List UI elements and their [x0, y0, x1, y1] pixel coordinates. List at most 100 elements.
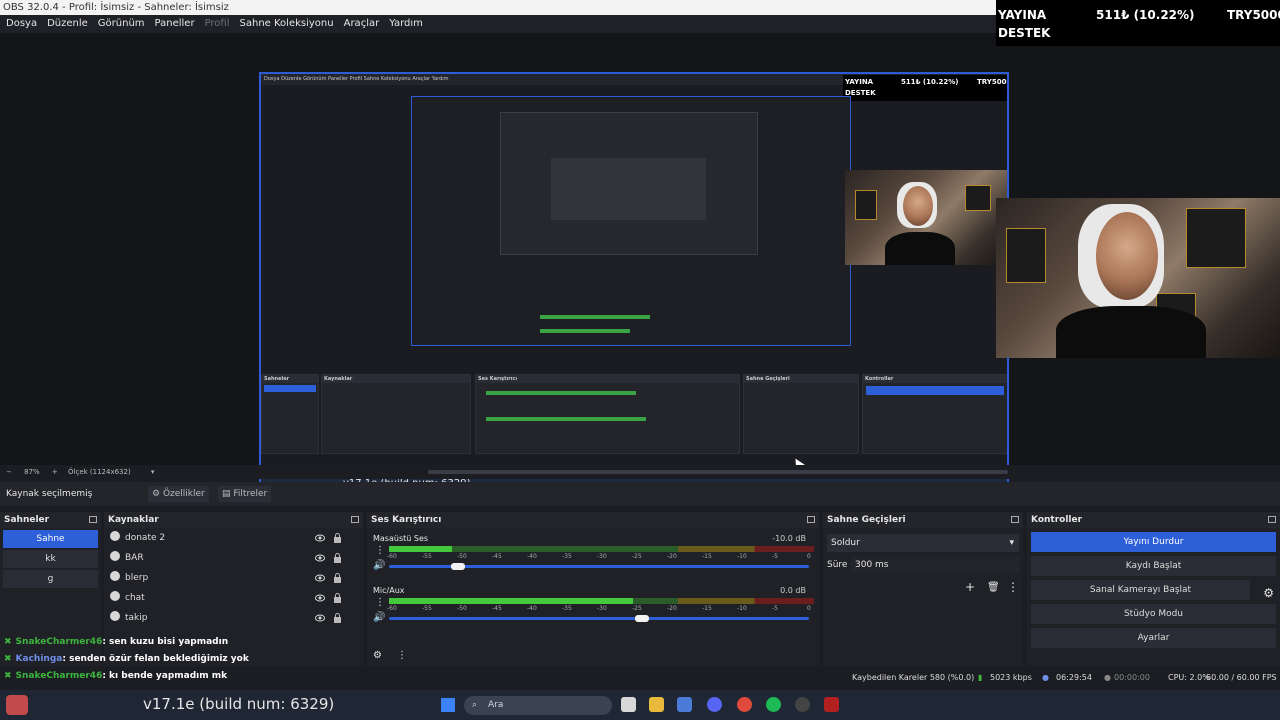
stop-stream-button[interactable]: Yayını Durdur	[1031, 532, 1276, 552]
chat-text: : senden özür felan beklediğimiz yok	[62, 654, 249, 664]
dock-float-icon[interactable]	[1011, 516, 1019, 523]
properties-button[interactable]: ⚙ Özellikler	[148, 486, 209, 502]
meter-tick: -50	[457, 553, 467, 560]
settings-button[interactable]: Ayarlar	[1031, 628, 1276, 648]
speaker-icon[interactable]: 🔊	[373, 612, 385, 623]
file-explorer-icon[interactable]	[649, 697, 664, 712]
dock-float-icon[interactable]	[1268, 516, 1276, 523]
record-icon: ●	[1104, 673, 1111, 682]
taskbar-search[interactable]: ⌕ Ara	[464, 696, 612, 715]
dock-float-icon[interactable]	[807, 516, 815, 523]
eye-icon[interactable]	[315, 593, 325, 603]
lock-icon[interactable]	[333, 533, 342, 543]
volume-slider-knob[interactable]	[635, 615, 649, 622]
chat-username: Kachinga	[15, 654, 63, 664]
menu-item[interactable]: Yardım	[389, 18, 423, 29]
menu-item[interactable]: Araçlar	[344, 18, 380, 29]
donation-overlay: YAYINA DESTEK 511₺ (10.22%) TRY5000	[996, 0, 1280, 46]
menu-item[interactable]: Düzenle	[47, 18, 88, 29]
app-icon[interactable]	[824, 697, 839, 712]
chrome-icon[interactable]	[737, 697, 752, 712]
eye-icon[interactable]	[315, 613, 325, 623]
meter-tick: 0	[807, 605, 811, 612]
meter-tick: -40	[527, 553, 537, 560]
weather-icon[interactable]	[6, 695, 28, 715]
preview-area[interactable]: Dosya Düzenle Görünüm Paneller Profil Sa…	[0, 33, 1280, 495]
transitions-header: Sahne Geçişleri	[823, 512, 1023, 528]
source-list: donate 2 BAR blerp chat takip	[104, 528, 363, 628]
eye-icon[interactable]	[315, 533, 325, 543]
spotify-icon[interactable]	[766, 697, 781, 712]
channel-menu-icon[interactable]: ⋮	[375, 545, 385, 556]
scene-item[interactable]: Sahne	[3, 530, 98, 548]
meter-tick: -60	[387, 553, 397, 560]
store-icon[interactable]	[677, 697, 692, 712]
nested-scenes-header: Sahneler	[262, 375, 318, 383]
chevron-down-icon[interactable]: ▾	[151, 468, 155, 476]
transition-select[interactable]: Soldur ▾	[827, 534, 1019, 552]
volume-slider[interactable]	[389, 617, 809, 620]
meter-tick: -20	[667, 553, 677, 560]
controls-dock: Kontroller Yayını Durdur Kaydı Başlat Sa…	[1027, 512, 1280, 666]
chat-username: SnakeCharmer46	[15, 637, 103, 647]
source-item[interactable]: blerp	[104, 568, 363, 588]
source-label: takip	[125, 613, 148, 623]
horizontal-scrollbar[interactable]	[428, 470, 1008, 474]
signal-icon: ▮	[978, 673, 983, 682]
source-item[interactable]: chat	[104, 588, 363, 608]
scenes-header: Sahneler	[0, 512, 101, 528]
meter-tick: -25	[632, 605, 642, 612]
lock-icon[interactable]	[333, 573, 342, 583]
lock-icon[interactable]	[333, 613, 342, 623]
gear-icon: ⚙	[152, 489, 161, 499]
menu-item[interactable]: Paneller	[155, 18, 195, 29]
dock-float-icon[interactable]	[89, 516, 97, 523]
sources-header: Kaynaklar	[104, 512, 363, 528]
source-item[interactable]: donate 2	[104, 528, 363, 548]
zoom-scale-select[interactable]: Ölçek (1124x632)	[68, 468, 131, 476]
overlay-line1: YAYINA	[998, 8, 1047, 22]
zoom-out-button[interactable]: −	[6, 468, 12, 476]
search-placeholder: Ara	[488, 700, 504, 710]
source-item[interactable]: takip	[104, 608, 363, 628]
task-view-icon[interactable]	[621, 697, 636, 712]
dock-float-icon[interactable]	[351, 516, 359, 523]
start-record-button[interactable]: Kaydı Başlat	[1031, 556, 1276, 576]
source-item[interactable]: BAR	[104, 548, 363, 568]
obs-icon[interactable]	[795, 697, 810, 712]
discord-icon[interactable]	[707, 697, 722, 712]
menu-item[interactable]: Dosya	[6, 18, 37, 29]
menu-item[interactable]: Görünüm	[98, 18, 145, 29]
transition-menu-icon[interactable]: ⋮	[1007, 580, 1019, 594]
volume-slider-knob[interactable]	[451, 563, 465, 570]
lock-icon[interactable]	[333, 593, 342, 603]
nested-transitions-panel: Sahne Geçişleri	[743, 374, 859, 454]
meter-tick: -45	[492, 553, 502, 560]
menu-item[interactable]: Sahne Koleksiyonu	[240, 18, 334, 29]
duration-label: Süre	[827, 560, 848, 570]
virtual-camera-button[interactable]: Sanal Kamerayı Başlat	[1031, 580, 1250, 600]
speaker-icon[interactable]: 🔊	[373, 560, 385, 571]
add-transition-icon[interactable]: +	[965, 580, 975, 594]
eye-icon[interactable]	[315, 553, 325, 563]
meter-tick: -10	[737, 605, 747, 612]
chat-overlay: ✖ SnakeCharmer46: sen kuzu bisi yapmadın ✖…	[0, 634, 520, 685]
scene-item[interactable]: g	[3, 570, 98, 588]
nested-overlay-goal: TRY5000	[977, 78, 1009, 86]
duration-value: 300 ms	[855, 560, 889, 570]
meter-tick: -15	[702, 605, 712, 612]
chat-message: ✖ Kachinga: senden özür felan beklediğimi…	[0, 651, 520, 668]
nested-sources-panel: Kaynaklar	[321, 374, 471, 454]
channel-menu-icon[interactable]: ⋮	[375, 597, 385, 608]
lock-icon[interactable]	[333, 553, 342, 563]
trash-icon[interactable]: 🗑	[987, 582, 1000, 593]
gear-icon[interactable]: ⚙	[1263, 586, 1274, 600]
meter-tick: -45	[492, 605, 502, 612]
zoom-in-button[interactable]: +	[52, 468, 58, 476]
studio-mode-button[interactable]: Stüdyo Modu	[1031, 604, 1276, 624]
scene-item[interactable]: kk	[3, 550, 98, 568]
windows-start-icon[interactable]	[441, 698, 455, 712]
filters-button[interactable]: ▤ Filtreler	[218, 486, 272, 502]
duration-input[interactable]: 300 ms	[851, 557, 1019, 573]
eye-icon[interactable]	[315, 573, 325, 583]
